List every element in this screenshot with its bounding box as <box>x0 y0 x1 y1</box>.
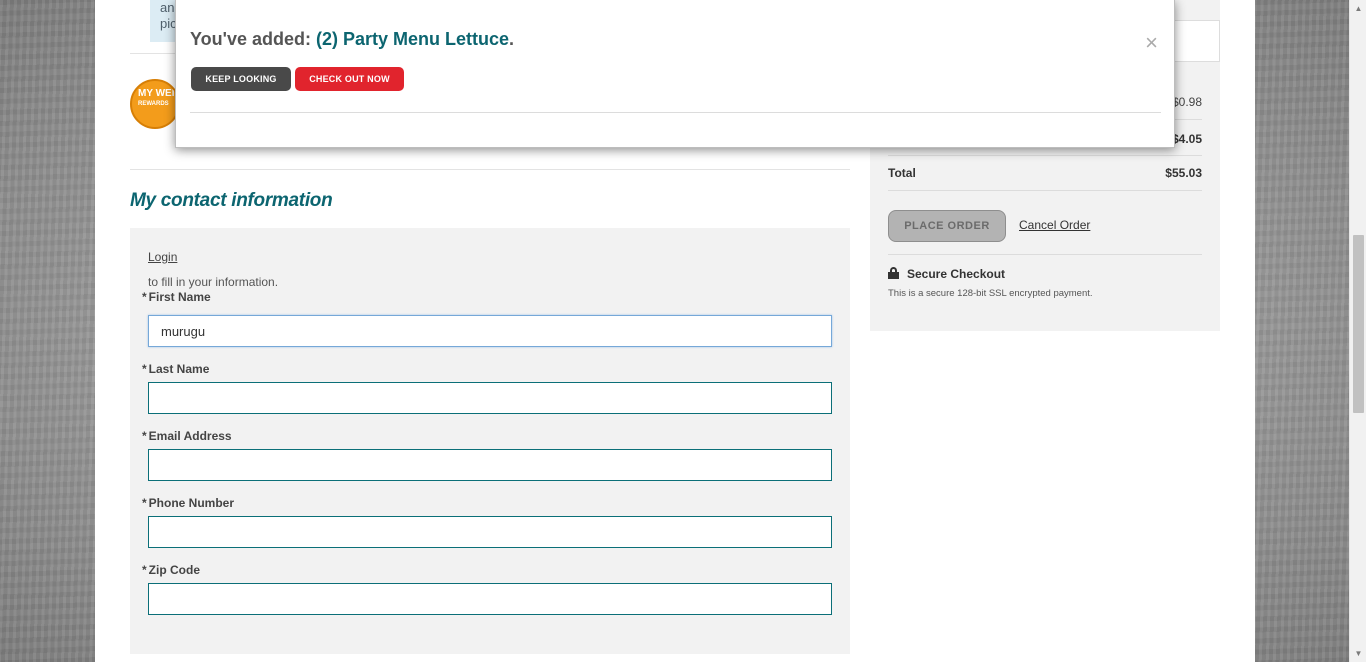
first-name-field[interactable] <box>148 315 832 347</box>
close-icon[interactable]: × <box>1145 32 1158 54</box>
last-name-label: * Last Name <box>142 362 209 376</box>
phone-number-label: * Phone Number <box>142 496 234 510</box>
secure-checkout-heading: Secure Checkout <box>888 267 1005 281</box>
total-label: Total <box>888 166 916 180</box>
required-marker: * <box>142 563 147 577</box>
scroll-up-arrow-icon[interactable]: ▲ <box>1350 0 1366 17</box>
contact-section-title: My contact information <box>130 190 333 211</box>
required-marker: * <box>142 362 147 376</box>
divider <box>130 169 850 170</box>
zip-code-field[interactable] <box>148 583 832 615</box>
login-help-text: to fill in your information. <box>148 275 279 289</box>
check-out-now-button[interactable]: CHECK OUT NOW <box>295 67 404 91</box>
secure-checkout-text: This is a secure 128-bit SSL encrypted p… <box>888 288 1093 299</box>
contact-form: Login to fill in your information. * Firs… <box>130 228 850 654</box>
lock-icon <box>888 267 899 279</box>
modal-divider <box>190 112 1161 113</box>
email-address-field[interactable] <box>148 449 832 481</box>
rewards-badge-subtext: REWARDS <box>138 101 169 107</box>
rewards-badge-text: MY WEI <box>138 88 175 99</box>
summary-divider <box>888 155 1202 156</box>
last-name-field[interactable] <box>148 382 832 414</box>
added-prefix: You've added: <box>190 29 311 49</box>
added-to-cart-modal: You've added: (2) Party Menu Lettuce. × … <box>175 0 1175 148</box>
zip-code-label-text: Zip Code <box>148 563 200 577</box>
secure-checkout-title: Secure Checkout <box>907 267 1006 281</box>
total-row: Total $55.03 <box>888 166 1202 180</box>
scroll-down-arrow-icon[interactable]: ▼ <box>1350 645 1366 662</box>
required-marker: * <box>142 429 147 443</box>
summary-divider <box>888 254 1202 255</box>
total-value: $55.03 <box>1165 166 1202 180</box>
first-name-label-text: First Name <box>148 290 211 304</box>
added-to-cart-message: You've added: (2) Party Menu Lettuce. <box>190 29 514 50</box>
added-suffix: . <box>509 29 515 49</box>
email-address-label: * Email Address <box>142 429 232 443</box>
email-address-label-text: Email Address <box>148 429 232 443</box>
required-marker: * <box>142 290 147 304</box>
phone-number-label-text: Phone Number <box>148 496 235 510</box>
vertical-scrollbar[interactable]: ▲ ▼ <box>1349 0 1366 662</box>
my-wei-rewards-logo: MY WEI REWARDS <box>130 79 180 129</box>
added-item-name: (2) Party Menu Lettuce <box>315 29 510 49</box>
summary-row-value: $4.05 <box>1171 132 1202 146</box>
summary-divider <box>888 190 1202 191</box>
keep-looking-button[interactable]: KEEP LOOKING <box>191 67 291 91</box>
first-name-label: * First Name <box>142 290 211 304</box>
phone-number-field[interactable] <box>148 516 832 548</box>
zip-code-label: * Zip Code <box>142 563 200 577</box>
place-order-button[interactable]: PLACE ORDER <box>888 210 1006 242</box>
required-marker: * <box>142 496 147 510</box>
scrollbar-thumb[interactable] <box>1353 235 1364 413</box>
login-link[interactable]: Login <box>148 250 177 264</box>
cancel-order-link[interactable]: Cancel Order <box>1019 218 1090 232</box>
last-name-label-text: Last Name <box>148 362 210 376</box>
summary-row-value: $0.98 <box>1171 95 1202 109</box>
